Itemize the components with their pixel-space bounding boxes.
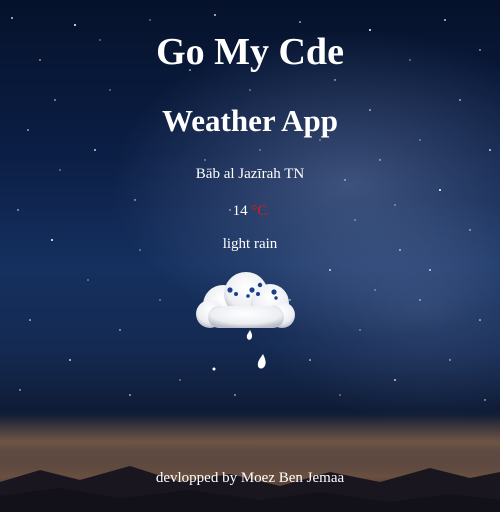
footer-credit: devlopped by Moez Ben Jemaa xyxy=(155,470,345,486)
weather-description: light rain xyxy=(222,236,278,252)
rain-cloud-icon xyxy=(196,272,295,371)
app-subtitle: Weather App xyxy=(162,103,338,138)
background-stars xyxy=(0,0,500,512)
temperature-display: 14 °C xyxy=(0,203,500,220)
horizon-glow xyxy=(0,415,500,475)
city-name: Bāb al Jazīrah TN xyxy=(195,166,305,182)
temperature-value: 14 xyxy=(232,203,248,219)
temperature-unit: °C xyxy=(251,203,268,219)
app-title: Go My Cde xyxy=(156,31,344,73)
